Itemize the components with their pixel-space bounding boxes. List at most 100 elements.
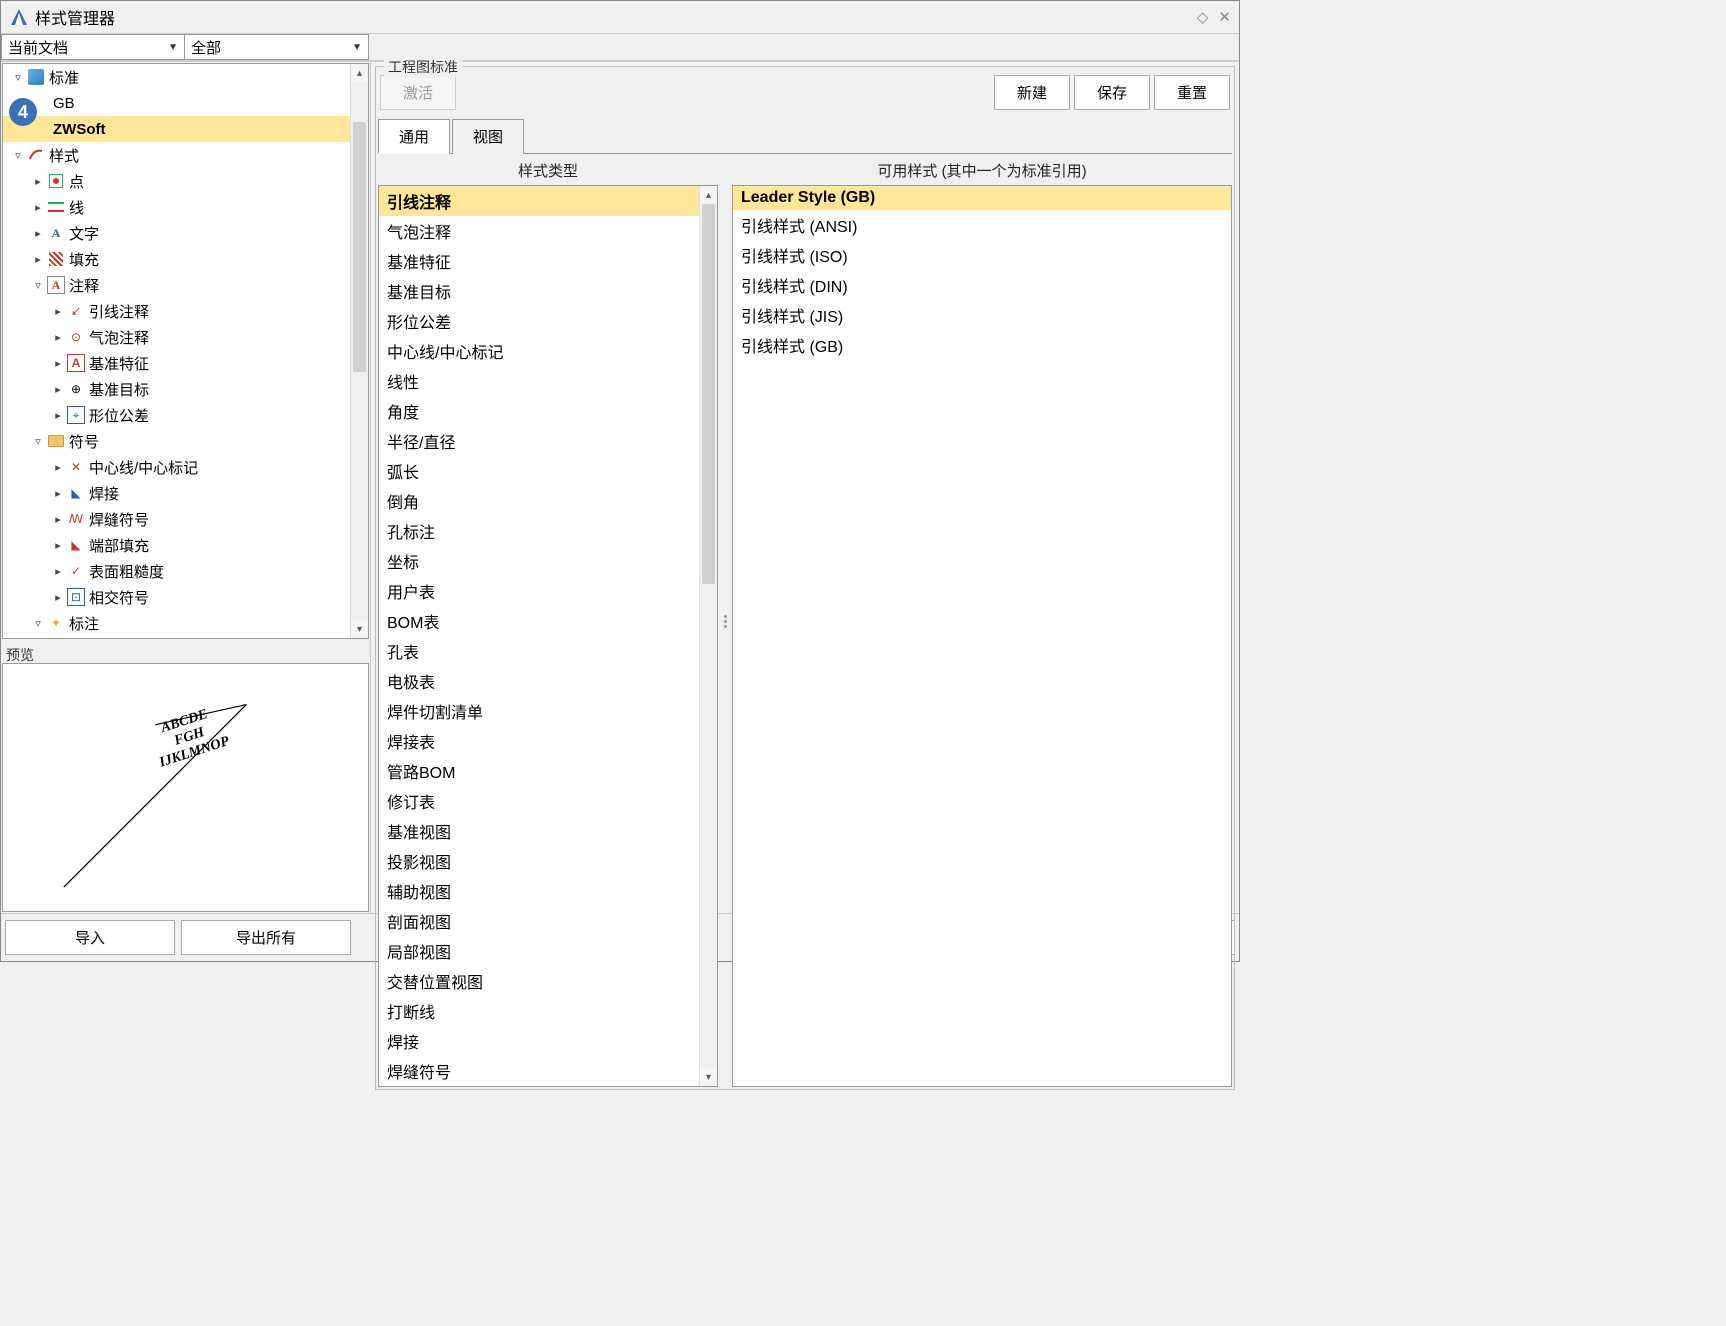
- style-type-item[interactable]: 基准视图: [379, 816, 717, 846]
- tree-item[interactable]: ▸A文字: [3, 220, 368, 246]
- scroll-up-icon[interactable]: ▴: [700, 186, 717, 204]
- tree-item[interactable]: ▸◣焊接: [3, 480, 368, 506]
- style-type-item[interactable]: 打断线: [379, 996, 717, 1026]
- available-styles-list[interactable]: Leader Style (GB)引线样式 (ANSI)引线样式 (ISO)引线…: [732, 185, 1232, 1087]
- splitter[interactable]: [720, 156, 730, 1087]
- tree-item[interactable]: ZWSoft: [3, 116, 368, 142]
- style-type-item[interactable]: 投影视图: [379, 846, 717, 876]
- reset-button[interactable]: 重置: [1154, 75, 1230, 110]
- tree-item-label: ZWSoft: [53, 121, 105, 138]
- chevron-icon: ▿: [31, 435, 45, 448]
- style-type-item[interactable]: 修订表: [379, 786, 717, 816]
- titlebar: 样式管理器 ◇ ✕: [1, 1, 1239, 33]
- style-type-item[interactable]: 交替位置视图: [379, 966, 717, 996]
- tree-icon: ✕: [67, 458, 85, 476]
- tree-icon: ↙: [67, 302, 85, 320]
- scroll-down-icon[interactable]: ▾: [351, 620, 368, 638]
- close-icon[interactable]: ✕: [1218, 8, 1231, 26]
- tree-item[interactable]: ▸✕中心线/中心标记: [3, 454, 368, 480]
- filter-combo-value: 全部: [191, 37, 221, 58]
- style-type-item[interactable]: 中心线/中心标记: [379, 336, 717, 366]
- scope-combo[interactable]: 当前文档 ▼: [1, 34, 185, 60]
- right-panel: 工程图标准 激活 新建 保存 重置 通用 视图 样式类型 引线注: [371, 62, 1239, 913]
- available-style-item[interactable]: 引线样式 (ISO): [733, 240, 1231, 270]
- tree-item[interactable]: GB: [3, 90, 368, 116]
- scroll-thumb[interactable]: [702, 204, 715, 584]
- style-type-item[interactable]: 基准目标: [379, 276, 717, 306]
- style-type-item[interactable]: 局部视图: [379, 936, 717, 966]
- style-type-item[interactable]: 弧长: [379, 456, 717, 486]
- style-type-header: 样式类型: [378, 156, 718, 185]
- available-style-item[interactable]: 引线样式 (JIS): [733, 300, 1231, 330]
- activate-button[interactable]: 激活: [380, 75, 456, 110]
- tree-item[interactable]: ▸↙引线注释: [3, 298, 368, 324]
- style-type-item[interactable]: 坐标: [379, 546, 717, 576]
- style-type-item[interactable]: 用户表: [379, 576, 717, 606]
- tree-item[interactable]: ▸⊙气泡注释: [3, 324, 368, 350]
- tree-item[interactable]: ▸点: [3, 168, 368, 194]
- tree-icon: ✓: [67, 562, 85, 580]
- tree-item[interactable]: ▿✦标注: [3, 610, 368, 636]
- style-tree[interactable]: 4 ▿标准GB ZWSoft ▿样式▸点▸线▸A文字▸填充▿A注释▸↙引线注释▸⊙气…: [2, 63, 369, 639]
- export-all-button[interactable]: 导出所有: [181, 920, 351, 955]
- style-type-item[interactable]: 引线注释: [379, 186, 717, 216]
- style-type-item[interactable]: 管路BOM: [379, 756, 717, 786]
- tree-item[interactable]: ▸◣端部填充: [3, 532, 368, 558]
- tab-general[interactable]: 通用: [378, 119, 450, 154]
- style-type-item[interactable]: 基准特征: [379, 246, 717, 276]
- available-style-item[interactable]: 引线样式 (ANSI): [733, 210, 1231, 240]
- tree-item[interactable]: ▿A注释: [3, 272, 368, 298]
- tree-item[interactable]: ▿样式: [3, 142, 368, 168]
- tree-item-label: 中心线/中心标记: [89, 457, 198, 478]
- tree-item[interactable]: ▸⊕基准目标: [3, 376, 368, 402]
- tree-item[interactable]: ▸⌖形位公差: [3, 402, 368, 428]
- style-type-item[interactable]: 焊缝符号: [379, 1056, 717, 1086]
- scroll-up-icon[interactable]: ▴: [351, 64, 368, 82]
- engineering-standard-label: 工程图标准: [384, 57, 462, 77]
- step-badge: 4: [9, 98, 37, 126]
- style-type-item[interactable]: 倒角: [379, 486, 717, 516]
- tree-item[interactable]: ▸⊡相交符号: [3, 584, 368, 610]
- style-type-list[interactable]: 引线注释气泡注释基准特征基准目标形位公差中心线/中心标记线性角度半径/直径弧长倒…: [378, 185, 718, 1087]
- scroll-thumb[interactable]: [353, 122, 366, 372]
- left-panel: 4 ▿标准GB ZWSoft ▿样式▸点▸线▸A文字▸填充▿A注释▸↙引线注释▸⊙气…: [1, 62, 371, 913]
- chevron-down-icon: ▼: [352, 42, 362, 53]
- scroll-down-icon[interactable]: ▾: [700, 1068, 717, 1086]
- tree-item[interactable]: ▸线: [3, 194, 368, 220]
- tree-item-label: 基准目标: [89, 379, 149, 400]
- tree-scrollbar[interactable]: ▴ ▾: [350, 64, 368, 638]
- tree-icon: [27, 68, 45, 86]
- style-type-item[interactable]: 半径/直径: [379, 426, 717, 456]
- tab-view[interactable]: 视图: [452, 119, 524, 154]
- available-style-item[interactable]: 引线样式 (DIN): [733, 270, 1231, 300]
- style-type-item[interactable]: 角度: [379, 396, 717, 426]
- style-type-item[interactable]: BOM表: [379, 606, 717, 636]
- style-type-item[interactable]: 焊件切割清单: [379, 696, 717, 726]
- style-type-item[interactable]: 线性: [379, 366, 717, 396]
- style-type-item[interactable]: 孔表: [379, 636, 717, 666]
- tree-item[interactable]: ▸A基准特征: [3, 350, 368, 376]
- style-type-item[interactable]: 焊接表: [379, 726, 717, 756]
- tree-item[interactable]: ▸✓表面粗糙度: [3, 558, 368, 584]
- tree-item[interactable]: ▸ꟿ焊缝符号: [3, 506, 368, 532]
- style-type-item[interactable]: 焊接: [379, 1026, 717, 1056]
- filter-combo[interactable]: 全部 ▼: [185, 34, 369, 60]
- new-button[interactable]: 新建: [994, 75, 1070, 110]
- available-style-item[interactable]: 引线样式 (GB): [733, 330, 1231, 360]
- style-type-item[interactable]: 剖面视图: [379, 906, 717, 936]
- tree-item-label: 端部填充: [89, 535, 149, 556]
- style-type-scrollbar[interactable]: ▴ ▾: [699, 186, 717, 1086]
- help-icon[interactable]: ◇: [1197, 8, 1209, 26]
- style-type-item[interactable]: 孔标注: [379, 516, 717, 546]
- style-type-item[interactable]: 气泡注释: [379, 216, 717, 246]
- import-button[interactable]: 导入: [5, 920, 175, 955]
- tree-item[interactable]: ▿标准: [3, 64, 368, 90]
- style-type-item[interactable]: 辅助视图: [379, 876, 717, 906]
- save-button[interactable]: 保存: [1074, 75, 1150, 110]
- chevron-icon: ▸: [51, 305, 65, 318]
- style-type-item[interactable]: 形位公差: [379, 306, 717, 336]
- tree-item[interactable]: ▸填充: [3, 246, 368, 272]
- available-style-item[interactable]: Leader Style (GB): [733, 186, 1231, 210]
- style-type-item[interactable]: 电极表: [379, 666, 717, 696]
- tree-item[interactable]: ▿符号: [3, 428, 368, 454]
